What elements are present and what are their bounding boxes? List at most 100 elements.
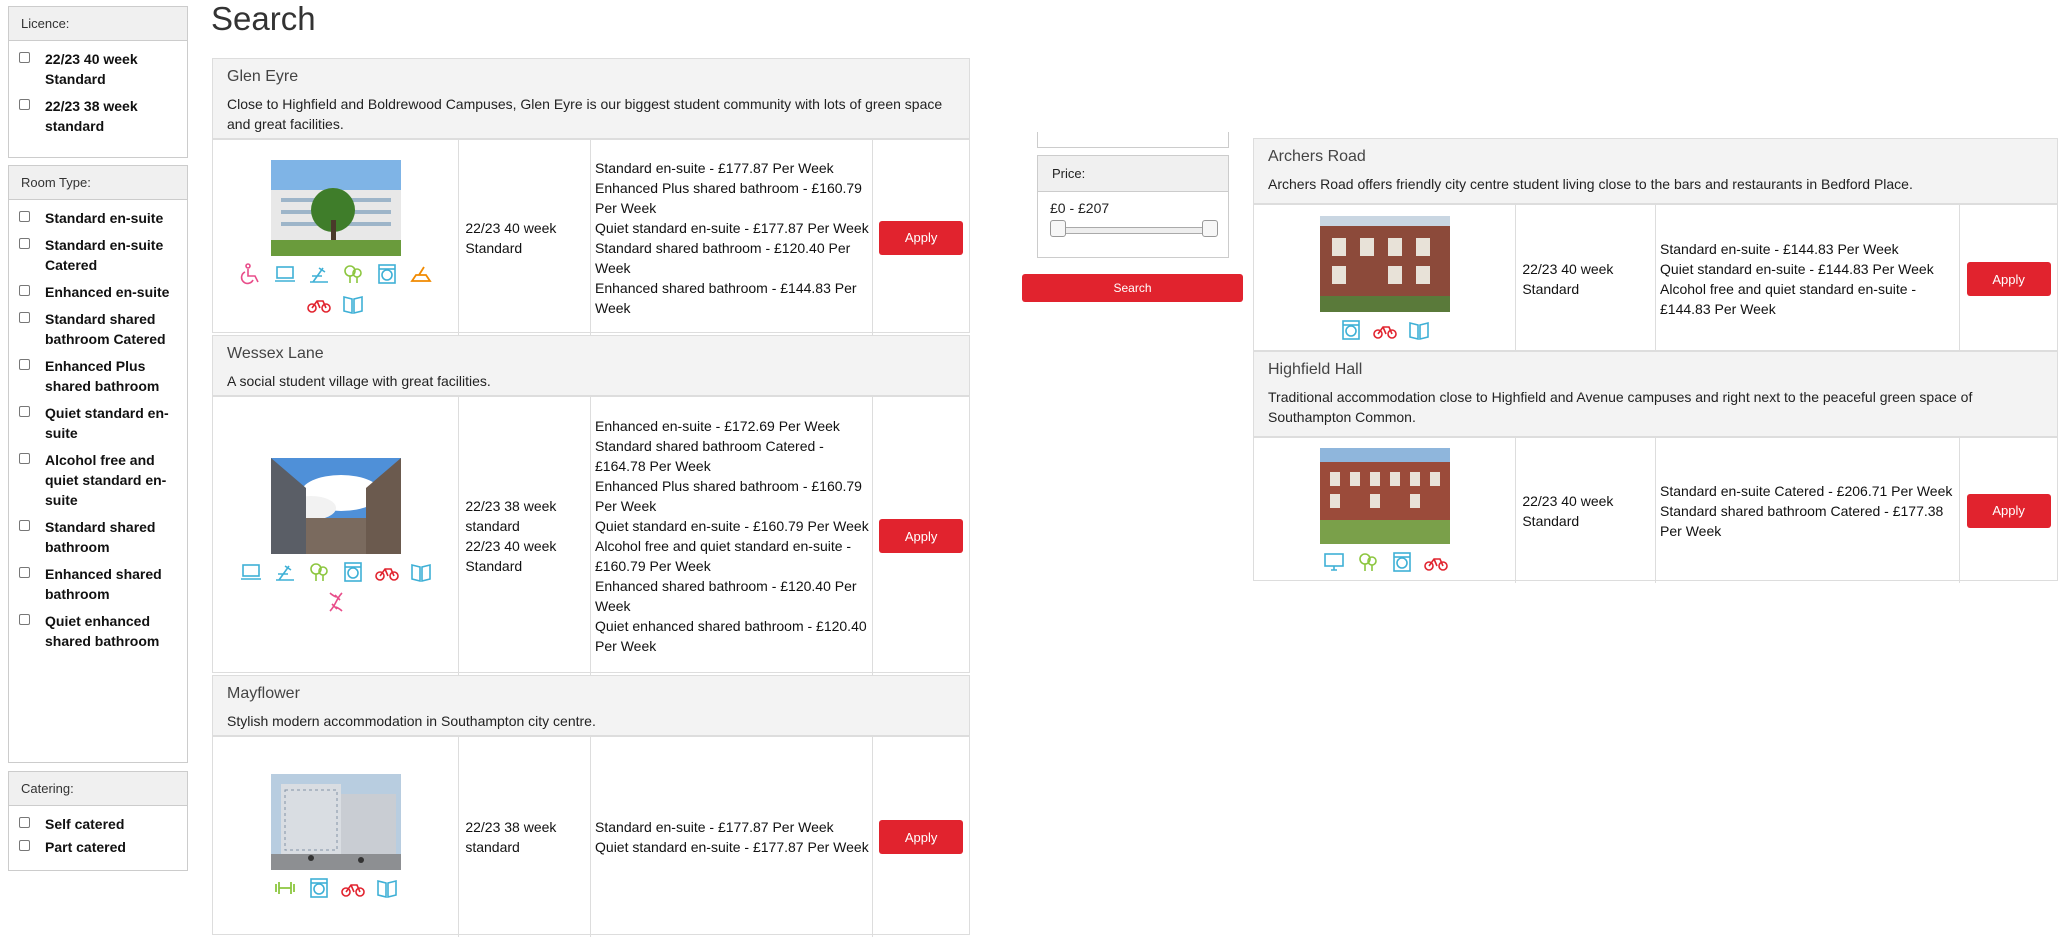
apply-button[interactable]: Apply: [879, 820, 964, 854]
room-price-line: Quiet standard en-suite - £177.87 Per We…: [595, 219, 869, 236]
result-row: 22/23 38 week standard Standard en-suite …: [213, 736, 969, 937]
bicycle-icon: [374, 560, 399, 584]
image-cell: [1254, 438, 1517, 583]
room-type-option[interactable]: Alcohol free and quiet standard en-suite: [19, 450, 177, 510]
licence-option[interactable]: 22/23 38 week standard: [19, 96, 177, 136]
laptop-icon: [273, 262, 297, 286]
book-icon: [375, 876, 399, 900]
residence-description: Archers Road offers friendly city centre…: [1268, 176, 1913, 192]
study-desk-icon: [307, 262, 331, 286]
room-type-option[interactable]: Standard en-suite Catered: [19, 235, 177, 275]
checkbox[interactable]: [19, 840, 30, 851]
room-price-line: Quiet standard en-suite - £177.87 Per We…: [595, 839, 869, 855]
result-header: Glen Eyre Close to Highfield and Boldrewo…: [213, 59, 969, 139]
slider-min-handle[interactable]: [1050, 220, 1066, 237]
page-title: Search: [211, 0, 316, 37]
search-button[interactable]: Search: [1022, 274, 1243, 302]
room-type-option[interactable]: Enhanced en-suite: [19, 282, 177, 302]
price-range-text: £0 - £207: [1050, 200, 1110, 216]
checkbox[interactable]: [19, 520, 30, 531]
checkbox[interactable]: [19, 52, 30, 63]
slider-max-handle[interactable]: [1202, 220, 1218, 237]
checkbox[interactable]: [19, 285, 30, 296]
bicycle-icon: [306, 292, 331, 316]
residence-name: Highfield Hall: [1268, 361, 1363, 378]
result-row: 22/23 40 week Standard Standard en-suite …: [1254, 437, 2057, 583]
room-price-line: Quiet enhanced shared bathroom - £120.40…: [595, 618, 867, 654]
apply-cell: Apply: [873, 140, 969, 335]
bicycle-icon: [340, 876, 365, 900]
catering-option[interactable]: Part catered: [19, 837, 177, 857]
licence-text: 22/23 38 week standard: [465, 819, 557, 855]
room-type-filter-header: Room Type:: [9, 166, 187, 200]
licence-cell: 22/23 40 week Standard: [1516, 205, 1657, 353]
room-type-option[interactable]: Quiet standard en-suite: [19, 403, 177, 443]
room-type-filter-panel: Room Type: Standard en-suite Standard en-…: [8, 165, 188, 763]
result-header: Mayflower Stylish modern accommodation in…: [213, 676, 969, 736]
room-type-option[interactable]: Enhanced shared bathroom: [19, 564, 177, 604]
licence-text: 22/23 40 week Standard: [1522, 261, 1614, 297]
study-desk-icon: [273, 560, 297, 584]
residence-name: Mayflower: [227, 685, 300, 702]
result-row: 22/23 40 week Standard Standard en-suite …: [1254, 204, 2057, 353]
room-price-line: Standard shared bathroom Catered - £164.…: [595, 438, 824, 474]
licence-cell: 22/23 40 week Standard: [459, 140, 592, 335]
licence-option[interactable]: 22/23 40 week Standard: [19, 49, 177, 89]
checkbox[interactable]: [19, 312, 30, 323]
book-icon: [341, 292, 365, 316]
room-type-option[interactable]: Quiet enhanced shared bathroom: [19, 611, 177, 651]
book-icon: [409, 560, 433, 584]
checkbox[interactable]: [19, 614, 30, 625]
price-filter-panel: Price: £0 - £207: [1037, 155, 1229, 258]
result-header: Wessex Lane A social student village with…: [213, 336, 969, 396]
room-type-option[interactable]: Enhanced Plus shared bathroom: [19, 356, 177, 396]
kitchen-icon: [409, 262, 433, 286]
room-price-line: Enhanced Plus shared bathroom - £160.79 …: [595, 179, 862, 216]
laundry-icon: [307, 876, 331, 900]
rooms-cell: Standard en-suite Catered - £206.71 Per …: [1656, 438, 1961, 583]
checkbox[interactable]: [19, 359, 30, 370]
apply-cell: Apply: [873, 397, 969, 675]
price-slider[interactable]: [1050, 220, 1218, 238]
apply-button[interactable]: Apply: [1966, 493, 2051, 528]
result-card: Mayflower Stylish modern accommodation in…: [212, 675, 970, 937]
rooms-cell: Standard en-suite - £177.87 Per Week Enha…: [591, 140, 874, 335]
tree-icon: [307, 560, 331, 584]
room-type-option[interactable]: Standard en-suite: [19, 208, 177, 228]
image-cell: [1254, 205, 1517, 353]
laundry-icon: [375, 262, 399, 286]
panel-edge: [1037, 132, 1229, 148]
rooms-cell: Enhanced en-suite - £172.69 Per Week Stan…: [591, 397, 874, 675]
apply-button[interactable]: Apply: [879, 519, 964, 553]
tree-icon: [1356, 550, 1380, 574]
room-price-line: Quiet standard en-suite - £144.83 Per We…: [1660, 261, 1934, 277]
checkbox[interactable]: [19, 567, 30, 578]
amenity-icons: [227, 560, 444, 614]
checkbox[interactable]: [19, 406, 30, 417]
property-photo: [270, 774, 401, 870]
property-photo: [270, 159, 401, 256]
room-price-line: Standard en-suite - £177.87 Per Week: [595, 159, 834, 176]
room-type-option[interactable]: Standard shared bathroom: [19, 517, 177, 557]
result-card: Glen Eyre Close to Highfield and Boldrewo…: [212, 58, 970, 335]
room-price-line: Enhanced Plus shared bathroom - £160.79 …: [595, 478, 862, 514]
checkbox[interactable]: [19, 99, 30, 110]
apply-button[interactable]: Apply: [1966, 262, 2051, 296]
property-photo: [1319, 447, 1450, 544]
room-price-line: Enhanced shared bathroom - £120.40 Per W…: [595, 578, 857, 614]
licence-text: 22/23 40 week Standard: [465, 538, 557, 574]
checkbox[interactable]: [19, 211, 30, 222]
result-card: Archers Road Archers Road offers friendly…: [1253, 138, 2058, 353]
image-cell: [213, 140, 460, 335]
checkbox[interactable]: [19, 238, 30, 249]
checkbox[interactable]: [19, 453, 30, 464]
room-price-line: Standard shared bathroom Catered - £177.…: [1660, 502, 1944, 539]
bicycle-icon: [1372, 318, 1397, 342]
room-type-option[interactable]: Standard shared bathroom Catered: [19, 309, 177, 349]
laundry-icon: [1390, 550, 1414, 574]
licence-text: 22/23 40 week Standard: [465, 219, 557, 256]
apply-button[interactable]: Apply: [879, 220, 964, 255]
residence-description: Traditional accommodation close to Highf…: [1268, 389, 1973, 425]
checkbox[interactable]: [19, 817, 30, 828]
catering-option[interactable]: Self catered: [19, 814, 177, 834]
